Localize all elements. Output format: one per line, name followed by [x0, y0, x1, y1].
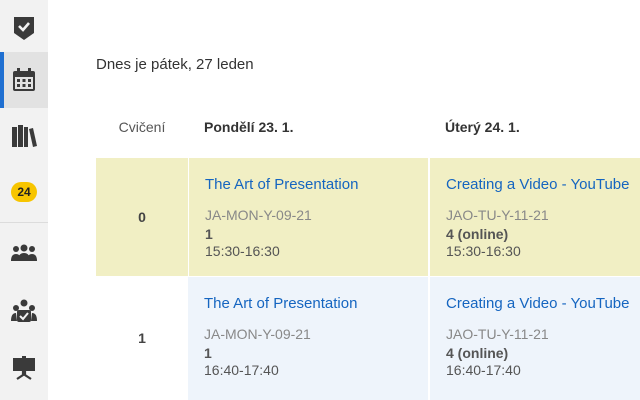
sidebar-item-home[interactable]: [0, 0, 48, 56]
table-row: 1 The Art of Presentation JA-MON-Y-09-21…: [96, 277, 640, 400]
lesson-time: 16:40-17:40: [204, 362, 279, 378]
notification-badge: 24: [11, 182, 37, 202]
group-icon: [11, 244, 37, 261]
table-row: 0 The Art of Presentation JA-MON-Y-09-21…: [96, 158, 640, 276]
sidebar: 24: [0, 0, 48, 400]
lesson-cell[interactable]: The Art of Presentation JA-MON-Y-09-21 1…: [188, 277, 428, 400]
sidebar-divider: [0, 222, 48, 223]
sidebar-item-presentation[interactable]: [0, 340, 48, 396]
lesson-time: 15:30-16:30: [446, 243, 521, 259]
header-day-monday: Pondělí 23. 1.: [204, 119, 294, 135]
calendar-icon: [13, 68, 35, 91]
lesson-title-link[interactable]: Creating a Video - YouTube: [446, 295, 629, 312]
lesson-code: JAO-TU-Y-11-21: [446, 207, 549, 223]
presentation-board-icon: [13, 356, 35, 380]
lesson-code: JA-MON-Y-09-21: [204, 326, 311, 342]
exercise-number: 1: [138, 330, 146, 346]
logo-check-shield-icon: [14, 17, 34, 40]
books-icon: [12, 125, 37, 147]
lesson-room: 1: [204, 345, 212, 361]
lesson-title-link[interactable]: The Art of Presentation: [205, 176, 358, 193]
lesson-room: 4 (online): [446, 345, 509, 361]
lesson-room: 1: [205, 226, 213, 242]
lesson-time: 15:30-16:30: [205, 243, 280, 259]
lesson-room: 4 (online): [446, 226, 509, 242]
sidebar-item-groups[interactable]: [0, 225, 48, 281]
today-label: Dnes je pátek, 27 leden: [96, 56, 254, 73]
lesson-title-link[interactable]: The Art of Presentation: [204, 295, 357, 312]
lesson-code: JAO-TU-Y-11-21: [446, 326, 549, 342]
header-day-tuesday: Úterý 24. 1.: [445, 119, 520, 135]
header-exercise: Cvičení: [118, 119, 166, 135]
sidebar-item-attendance[interactable]: [0, 283, 48, 339]
sidebar-item-schedule[interactable]: [0, 52, 48, 108]
app-root: 24 Dnes je pátek, 27 leden Cvičení Pondě…: [0, 0, 640, 400]
lesson-time: 16:40-17:40: [446, 362, 521, 378]
group-check-icon: [11, 299, 37, 322]
lesson-cell[interactable]: The Art of Presentation JA-MON-Y-09-21 1…: [188, 158, 429, 276]
lesson-cell[interactable]: Creating a Video - YouTube JAO-TU-Y-11-2…: [428, 277, 640, 400]
lesson-code: JA-MON-Y-09-21: [205, 207, 312, 223]
sidebar-item-library[interactable]: [0, 108, 48, 164]
sidebar-item-notifications[interactable]: 24: [0, 164, 48, 220]
lesson-cell[interactable]: Creating a Video - YouTube JAO-TU-Y-11-2…: [428, 158, 640, 276]
exercise-number: 0: [138, 209, 146, 225]
lesson-title-link[interactable]: Creating a Video - YouTube: [446, 176, 629, 193]
